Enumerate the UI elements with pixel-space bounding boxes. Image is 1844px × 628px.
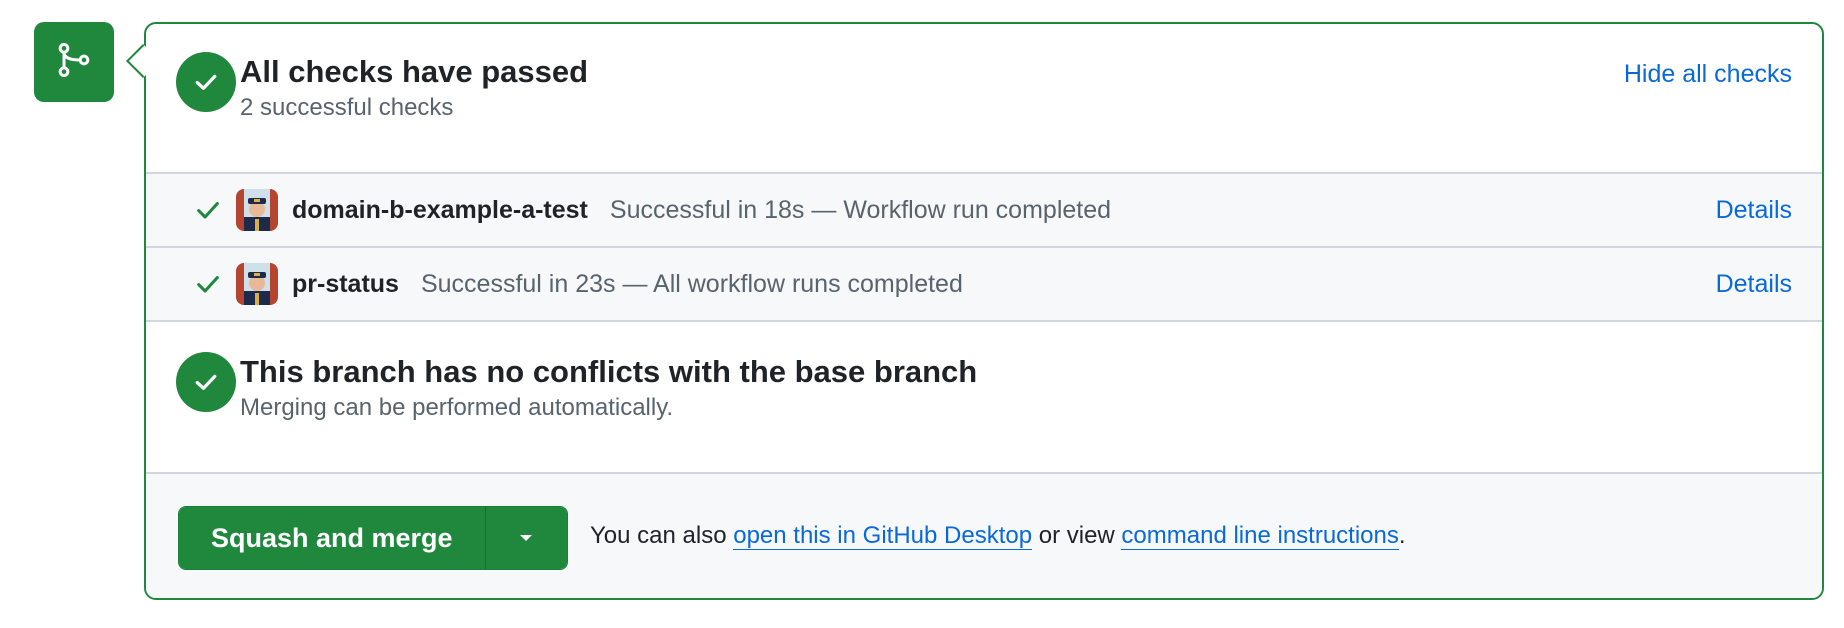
triangle-down-icon: [520, 535, 533, 541]
check-details-link[interactable]: Details: [1716, 196, 1792, 225]
merge-button-group: Squash and merge: [178, 506, 568, 570]
checks-title: All checks have passed: [240, 54, 589, 89]
check-description: Successful in 18s — Workflow run complet…: [609, 195, 1112, 224]
merge-actions: Squash and merge You can also open this …: [146, 472, 1822, 598]
merge-help-suffix: .: [1398, 522, 1406, 549]
merge-box-container: All checks have passed 2 successful chec…: [0, 0, 1844, 628]
merge-status-badge: [34, 22, 114, 102]
command-line-instructions-link[interactable]: command line instructions: [1121, 522, 1399, 550]
checks-summary: All checks have passed 2 successful chec…: [146, 24, 1822, 172]
check-row: pr-status Successful in 23s — All workfl…: [146, 246, 1822, 322]
check-icon: [195, 374, 217, 390]
check-name: pr-status: [292, 269, 399, 298]
check-app-avatar: [236, 263, 278, 305]
check-name: domain-b-example-a-test: [292, 195, 588, 224]
hide-all-checks-link[interactable]: Hide all checks: [1624, 60, 1792, 89]
merge-method-dropdown-button[interactable]: [484, 507, 567, 569]
open-in-github-desktop-link[interactable]: open this in GitHub Desktop: [733, 522, 1033, 550]
conflicts-summary: This branch has no conflicts with the ba…: [146, 322, 1822, 472]
squash-and-merge-button[interactable]: Squash and merge: [179, 507, 485, 569]
git-merge-icon: [54, 40, 94, 85]
check-app-avatar: [236, 189, 278, 231]
merge-help-text: You can also open this in GitHub Desktop…: [590, 522, 1406, 550]
check-row: domain-b-example-a-test Successful in 18…: [146, 172, 1822, 246]
merge-help-prefix: You can also: [590, 522, 734, 549]
merge-help-middle: or view: [1032, 522, 1122, 549]
checks-subtitle: 2 successful checks: [240, 94, 454, 121]
check-details-link[interactable]: Details: [1716, 270, 1792, 299]
conflicts-status-icon: [176, 352, 236, 412]
check-icon: [194, 270, 222, 298]
conflicts-title: This branch has no conflicts with the ba…: [240, 354, 978, 389]
check-icon: [195, 74, 217, 90]
check-description: Successful in 23s — All workflow runs co…: [420, 269, 963, 298]
conflicts-subtitle: Merging can be performed automatically.: [240, 394, 674, 421]
merge-box: All checks have passed 2 successful chec…: [144, 22, 1824, 600]
check-icon: [194, 196, 222, 224]
checks-status-icon: [176, 52, 236, 112]
